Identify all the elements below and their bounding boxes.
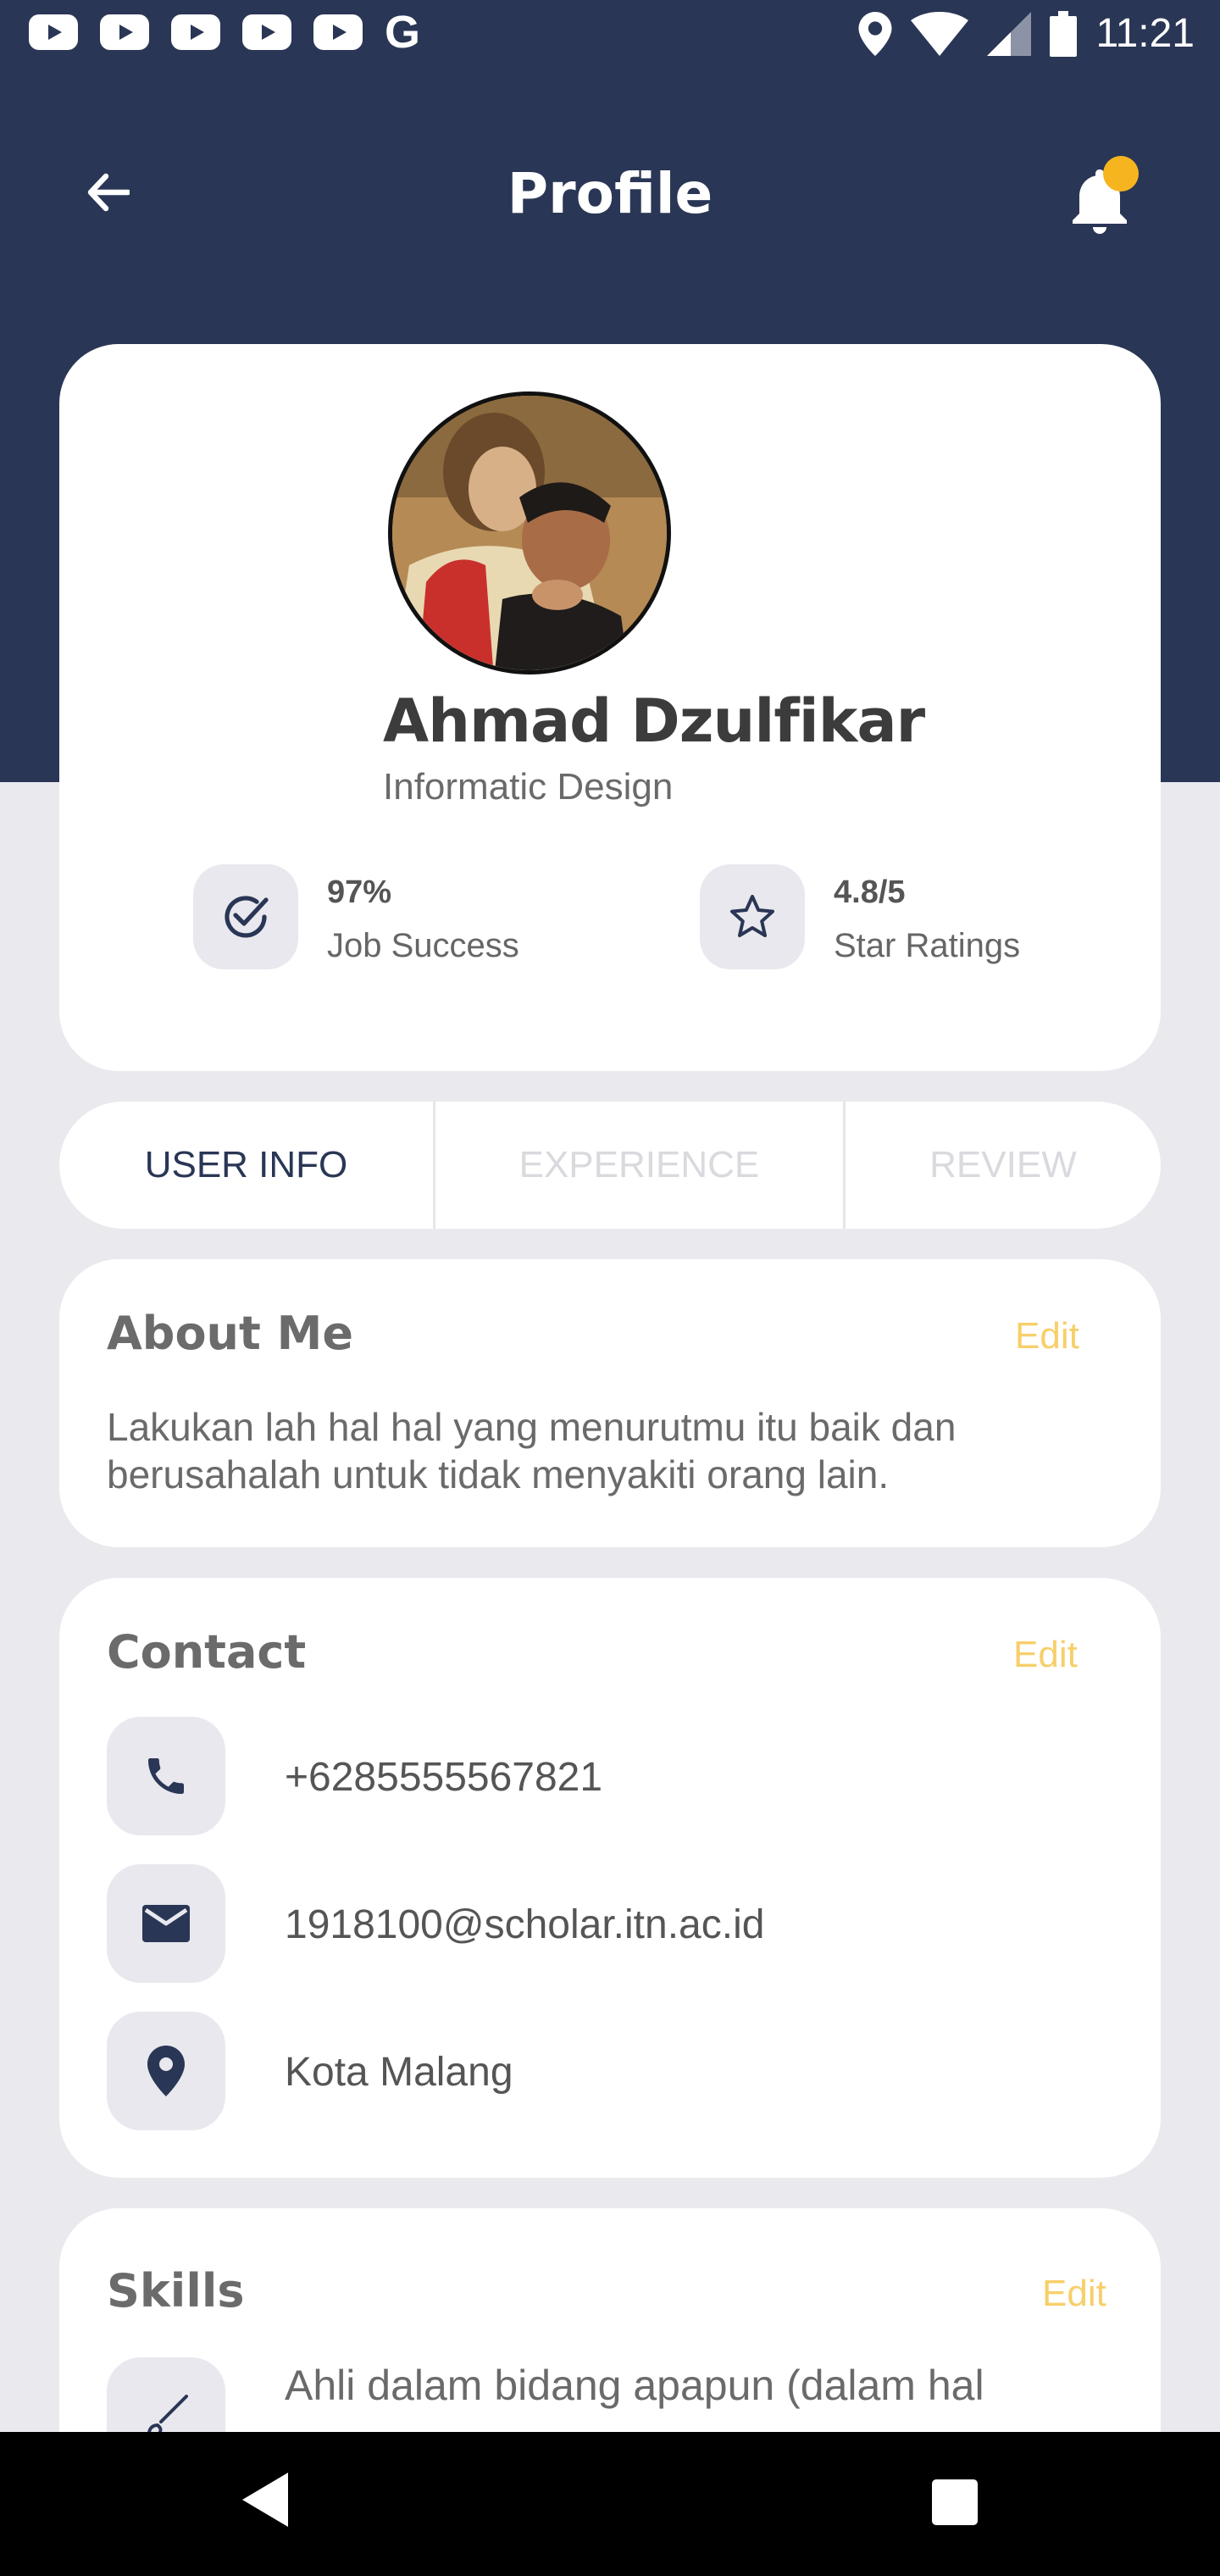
tab-experience[interactable]: EXPERIENCE [435,1102,843,1229]
notification-dot [1103,156,1139,192]
system-navigation-bar [0,2432,1220,2576]
google-icon: G [385,7,421,58]
notification-icons: G [29,7,421,58]
nav-back-icon[interactable] [242,2473,288,2527]
tab-user-info[interactable]: USER INFO [59,1102,433,1229]
youtube-icon [313,14,363,50]
skills-edit-link[interactable]: Edit [1042,2273,1106,2315]
contact-card: Contact Edit +6285555567821 1918100@scho… [59,1578,1161,2178]
about-me-title: About Me [107,1307,353,1360]
notifications-button[interactable] [1061,156,1139,234]
phone-number[interactable]: +6285555567821 [285,1754,602,1801]
tab-review[interactable]: REVIEW [846,1102,1161,1229]
page-title: Profile [507,161,713,226]
skills-title: Skills [107,2264,245,2318]
system-icons: 11:21 [858,10,1195,57]
contact-title: Contact [107,1625,307,1679]
job-success-badge [193,864,298,969]
location-pin-icon [147,2046,185,2096]
mail-icon-box [107,1864,225,1983]
clock: 11:21 [1095,11,1195,56]
user-role: Informatic Design [383,766,674,808]
about-me-text: Lakukan lah hal hal yang menurutmu itu b… [107,1405,957,1496]
youtube-icon [171,14,220,50]
location-icon [858,11,892,56]
star-icon [730,895,774,937]
profile-card: Ahmad Dzulfikar Informatic Design 97% Jo… [59,344,1161,1071]
avatar-photo [392,396,667,670]
star-rating-value: 4.8/5 [834,874,906,910]
job-success-value: 97% [327,874,392,910]
location-text[interactable]: Kota Malang [285,2049,513,2096]
star-rating-badge [700,864,805,969]
status-bar: G 11:21 [0,0,1220,75]
user-name: Ahmad Dzulfikar [383,686,925,756]
mail-icon [142,1905,190,1942]
phone-icon-box [107,1717,225,1835]
battery-icon [1050,10,1078,57]
youtube-icon [242,14,291,50]
job-success-label: Job Success [327,927,519,964]
star-rating-label: Star Ratings [834,927,1021,964]
youtube-icon [100,14,149,50]
profile-tabs: USER INFO EXPERIENCE REVIEW [59,1102,1161,1229]
location-icon-box [107,2012,225,2130]
nav-recents-icon[interactable] [932,2479,978,2525]
wifi-icon [911,11,969,56]
phone-icon [148,1758,184,1794]
skill-text: Ahli dalam bidang apapun (dalam hal [285,2362,984,2409]
about-me-card: About Me Edit Lakukan lah hal hal yang m… [59,1259,1161,1547]
about-edit-link[interactable]: Edit [1015,1315,1079,1357]
check-circle-icon [225,896,269,938]
youtube-icon [29,14,78,50]
contact-edit-link[interactable]: Edit [1013,1634,1078,1676]
signal-icon [987,11,1032,56]
email-address[interactable]: 1918100@scholar.itn.ac.id [285,1901,764,1948]
avatar[interactable] [388,391,671,675]
